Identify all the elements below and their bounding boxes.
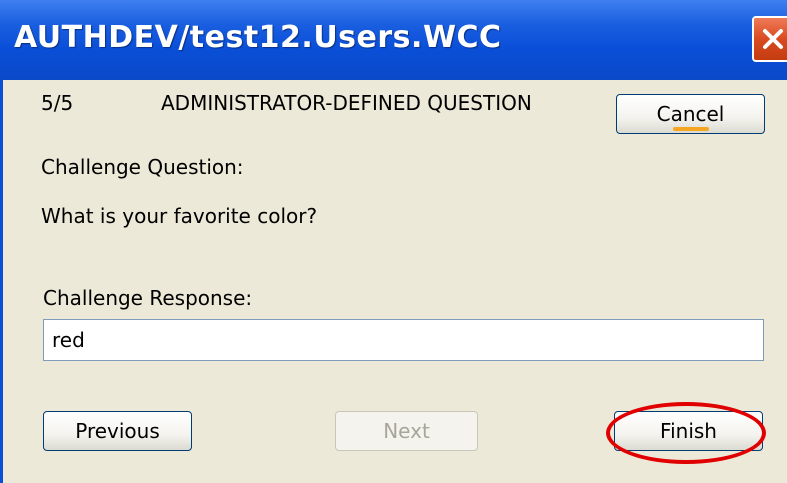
cancel-button-label: Cancel bbox=[656, 102, 725, 126]
step-indicator: 5/5 bbox=[41, 91, 74, 115]
previous-button[interactable]: Previous bbox=[43, 411, 192, 451]
challenge-response-label: Challenge Response: bbox=[43, 286, 253, 310]
cancel-button[interactable]: Cancel bbox=[616, 94, 765, 134]
dialog-window: AUTHDEV/test12.Users.WCC 5/5 ADMINISTRAT… bbox=[0, 0, 787, 483]
finish-button[interactable]: Finish bbox=[614, 411, 763, 451]
close-icon bbox=[763, 29, 783, 49]
dialog-body: 5/5 ADMINISTRATOR-DEFINED QUESTION Cance… bbox=[0, 80, 787, 483]
previous-button-label: Previous bbox=[75, 419, 160, 443]
page-heading: ADMINISTRATOR-DEFINED QUESTION bbox=[161, 91, 532, 115]
title-bar[interactable]: AUTHDEV/test12.Users.WCC bbox=[0, 0, 787, 80]
close-button[interactable] bbox=[752, 16, 787, 62]
window-title: AUTHDEV/test12.Users.WCC bbox=[14, 20, 502, 55]
next-button[interactable]: Next bbox=[335, 411, 478, 451]
challenge-response-input[interactable] bbox=[43, 319, 764, 361]
next-button-label: Next bbox=[383, 419, 430, 443]
finish-button-label: Finish bbox=[660, 419, 717, 443]
focus-accent bbox=[673, 127, 709, 131]
challenge-question-label: Challenge Question: bbox=[41, 155, 244, 179]
challenge-question-text: What is your favorite color? bbox=[41, 204, 318, 228]
